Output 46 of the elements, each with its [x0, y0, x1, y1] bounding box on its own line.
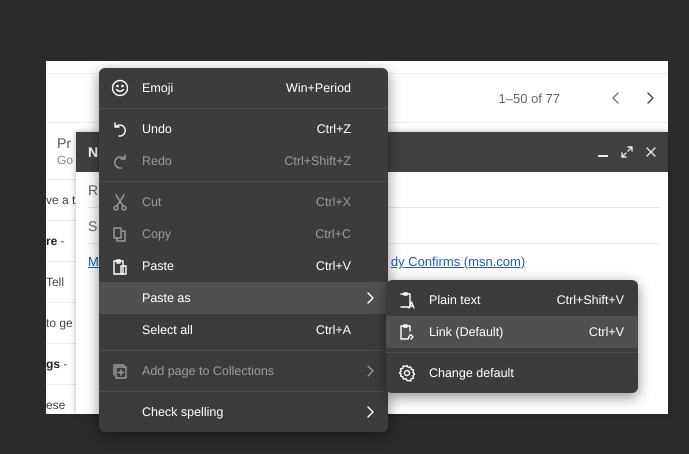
menu-item[interactable]: Undo Ctrl+Z	[99, 113, 388, 145]
scissors-icon	[111, 193, 129, 211]
expand-icon[interactable]	[620, 145, 634, 159]
shortcut-label: Ctrl+Shift+Z	[283, 154, 351, 168]
shortcut-label: Ctrl+Z	[316, 122, 351, 136]
menu-item[interactable]: Select all Ctrl+A	[99, 314, 388, 346]
pagination-label: 1–50 of 77	[498, 90, 560, 106]
menu-item[interactable]: Check spelling	[99, 396, 388, 428]
chevron-right-icon[interactable]	[646, 92, 654, 104]
chevron-right-icon	[366, 406, 374, 418]
shortcut-label: Ctrl+V	[588, 325, 624, 339]
snippet-text: Go	[57, 153, 74, 167]
link[interactable]: M	[88, 254, 99, 269]
shortcut-label: Ctrl+A	[314, 323, 351, 337]
compose-title: N	[88, 144, 98, 160]
link[interactable]: dy Confirms (msn.com)	[390, 254, 526, 269]
collections-icon	[111, 362, 129, 380]
chevron-left-icon[interactable]	[612, 92, 620, 104]
snippet-text: ese	[46, 398, 66, 412]
menu-item[interactable]: Link (Default) Ctrl+V	[386, 316, 638, 348]
menu-item[interactable]: Paste Ctrl+V	[99, 250, 388, 282]
menu-item[interactable]: Plain text Ctrl+Shift+V	[386, 284, 638, 316]
clipboard-link-icon	[398, 323, 416, 341]
shortcut-label: Ctrl+C	[314, 227, 351, 241]
settings-icon	[398, 364, 416, 382]
shortcut-label: Ctrl+Shift+V	[556, 293, 624, 307]
menu-item[interactable]: Paste as	[99, 282, 388, 314]
shortcut-label: Win+Period	[285, 81, 351, 95]
field-label: S	[88, 218, 98, 234]
clipboard-text-icon	[398, 291, 416, 309]
snippet-text: Tell	[46, 275, 64, 289]
clipboard-icon	[111, 257, 129, 275]
sender-text: Pr	[57, 135, 71, 151]
shortcut-label: Ctrl+V	[314, 259, 351, 273]
chevron-right-icon	[366, 365, 374, 377]
snippet-text: gs -	[46, 357, 68, 371]
close-icon[interactable]	[644, 145, 658, 159]
shortcut-label: Ctrl+X	[314, 195, 351, 209]
snippet-text: ve a t	[46, 193, 76, 207]
menu-item[interactable]: Emoji Win+Period	[99, 72, 388, 104]
chevron-right-icon	[366, 292, 374, 304]
snippet-text: re -	[46, 234, 65, 248]
field-label: R	[88, 182, 98, 198]
smiley-icon	[111, 79, 129, 97]
menu-item[interactable]: Change default	[386, 357, 638, 389]
snippet-text: to ge	[46, 316, 73, 330]
